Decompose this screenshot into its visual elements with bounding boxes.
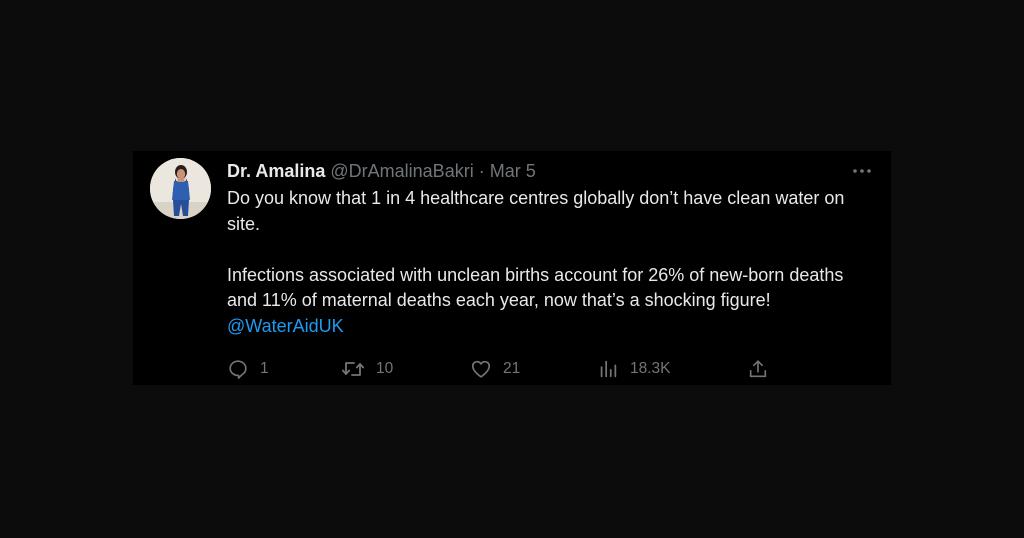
share-upload-icon (749, 360, 767, 378)
tweet-header: Dr. Amalina @DrAmalinaBakri · Mar 5 (227, 160, 536, 182)
bar-chart-icon (600, 360, 617, 378)
tweet-text: Do you know that 1 in 4 healthcare centr… (227, 186, 877, 340)
like-button[interactable]: 21 (470, 357, 520, 381)
avatar[interactable] (150, 158, 211, 219)
like-count: 21 (503, 360, 521, 377)
tweet-actions: 1 10 21 18.3K (227, 357, 787, 381)
tweet-card[interactable]: Dr. Amalina @DrAmalinaBakri · Mar 5 Do y… (133, 151, 891, 385)
retweet-button[interactable]: 10 (341, 357, 393, 381)
views-button[interactable]: 18.3K (597, 357, 671, 381)
retweet-icon (341, 362, 365, 376)
user-handle[interactable]: @DrAmalinaBakri (330, 161, 473, 181)
more-options-button[interactable] (851, 160, 873, 182)
reply-count: 1 (260, 360, 269, 377)
tweet-paragraph-2-text: Infections associated with unclean birth… (227, 264, 844, 311)
separator-dot: · (478, 161, 485, 181)
retweet-count: 10 (376, 360, 394, 377)
share-button[interactable] (747, 357, 769, 381)
tweet-paragraph-2: Infections associated with unclean birth… (227, 263, 877, 340)
reply-button[interactable]: 1 (227, 357, 269, 381)
display-name[interactable]: Dr. Amalina (227, 161, 325, 181)
mention-link[interactable]: @WaterAidUK (227, 316, 344, 336)
avatar-image (150, 158, 211, 219)
heart-icon (471, 360, 491, 378)
more-horizontal-icon (853, 169, 871, 173)
tweet-paragraph-1: Do you know that 1 in 4 healthcare centr… (227, 188, 845, 234)
tweet-date[interactable]: Mar 5 (490, 161, 536, 181)
views-count: 18.3K (630, 360, 671, 377)
reply-bubble-icon (229, 360, 247, 379)
